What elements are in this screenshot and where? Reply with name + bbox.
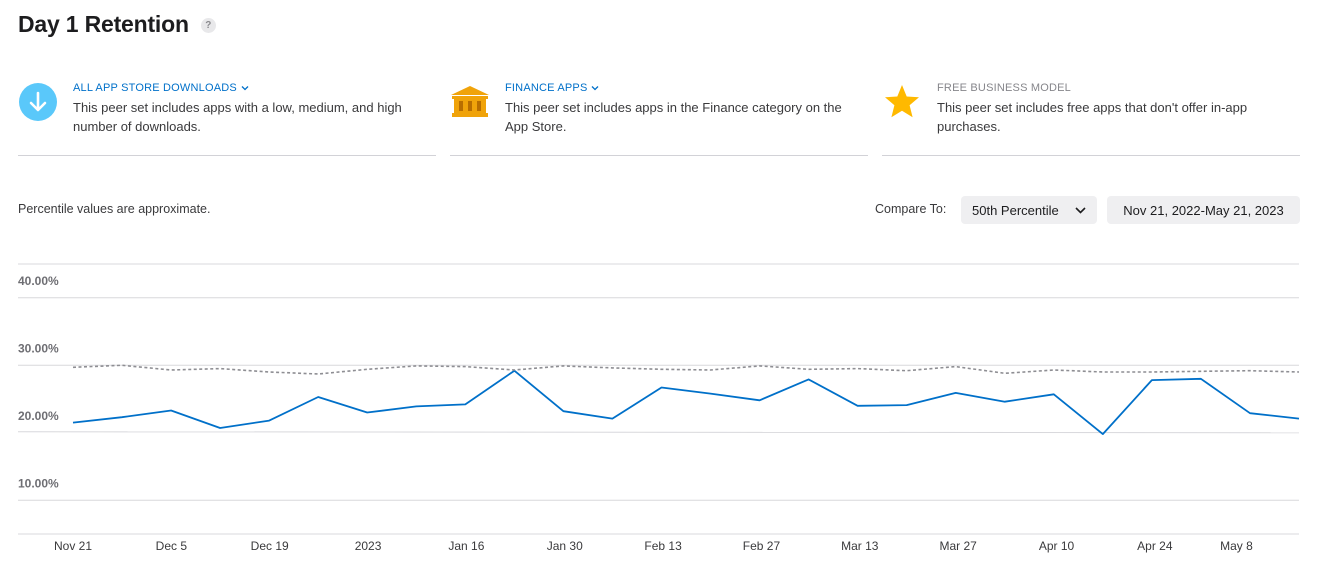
percentile-line <box>72 364 1300 375</box>
x-tick-label: Feb 27 <box>743 539 781 553</box>
compare-to-label: Compare To: <box>875 202 947 216</box>
title-row: Day 1 Retention ? <box>18 11 216 38</box>
chevron-down-icon <box>592 86 599 91</box>
x-tick-label: Apr 24 <box>1137 539 1173 553</box>
peer-set-title: FINANCE APPS <box>505 82 588 94</box>
app-retention-line <box>72 369 1300 436</box>
y-tick-label: 10.00% <box>18 476 59 490</box>
chevron-down-icon <box>1075 206 1086 214</box>
y-tick-label: 40.00% <box>18 274 59 288</box>
help-icon[interactable]: ? <box>200 18 216 33</box>
x-tick-label: Apr 10 <box>1039 539 1075 553</box>
date-range-value: Nov 21, 2022-May 21, 2023 <box>1123 202 1284 218</box>
date-range-picker[interactable]: Nov 21, 2022-May 21, 2023 <box>1107 196 1300 224</box>
y-tick-label: 20.00% <box>18 409 59 423</box>
x-tick-label: Feb 13 <box>644 539 682 553</box>
peer-set-downloads: ALL APP STORE DOWNLOADS This peer set in… <box>18 80 436 156</box>
peer-set-finance-dropdown[interactable]: FINANCE APPS <box>505 82 599 94</box>
percentile-select[interactable]: 50th Percentile <box>961 196 1097 224</box>
chart-labels: 10.00% 20.00% 30.00% 40.00% Nov 21 Dec 5 Dec 1… <box>18 274 1253 553</box>
x-tick-label: Dec 5 <box>156 539 188 553</box>
peer-set-business-model: FREE BUSINESS MODEL This peer set includ… <box>882 80 1300 156</box>
peer-set-title: FREE BUSINESS MODEL <box>937 82 1071 94</box>
peer-set-business-model-title: FREE BUSINESS MODEL <box>937 82 1071 94</box>
star-icon <box>885 85 919 118</box>
peer-set-title: ALL APP STORE DOWNLOADS <box>73 82 237 94</box>
peer-set-description: This peer set includes apps with a low, … <box>73 100 402 134</box>
retention-line-chart: 10.00% 20.00% 30.00% 40.00% Nov 21 Dec 5 Dec 1… <box>17 263 1300 553</box>
percentile-value: 50th Percentile <box>972 202 1059 218</box>
approximate-note: Percentile values are approximate. <box>18 202 211 216</box>
peer-set-description: This peer set includes free apps that do… <box>937 100 1248 134</box>
grid-line <box>17 431 1300 434</box>
x-tick-label: Dec 19 <box>251 539 289 553</box>
y-tick-label: 30.00% <box>18 341 59 355</box>
x-tick-label: Jan 16 <box>448 539 484 553</box>
x-tick-label: Jan 30 <box>547 539 583 553</box>
peer-set-description: This peer set includes apps in the Finan… <box>505 100 842 134</box>
x-tick-label: 2023 <box>355 539 382 553</box>
bank-building-icon <box>451 86 489 117</box>
download-arrow-icon <box>19 83 57 121</box>
x-tick-label: May 8 <box>1220 539 1253 553</box>
chevron-down-icon <box>241 86 249 91</box>
peer-set-finance: FINANCE APPS This peer set includes apps… <box>450 80 868 156</box>
page-title: Day 1 Retention <box>18 11 189 37</box>
peer-set-downloads-dropdown[interactable]: ALL APP STORE DOWNLOADS <box>73 82 249 94</box>
x-tick-label: Nov 21 <box>54 539 92 553</box>
chart-grid <box>17 263 1300 535</box>
x-tick-label: Mar 27 <box>939 539 977 553</box>
chart-series <box>72 364 1300 436</box>
x-tick-label: Mar 13 <box>841 539 879 553</box>
